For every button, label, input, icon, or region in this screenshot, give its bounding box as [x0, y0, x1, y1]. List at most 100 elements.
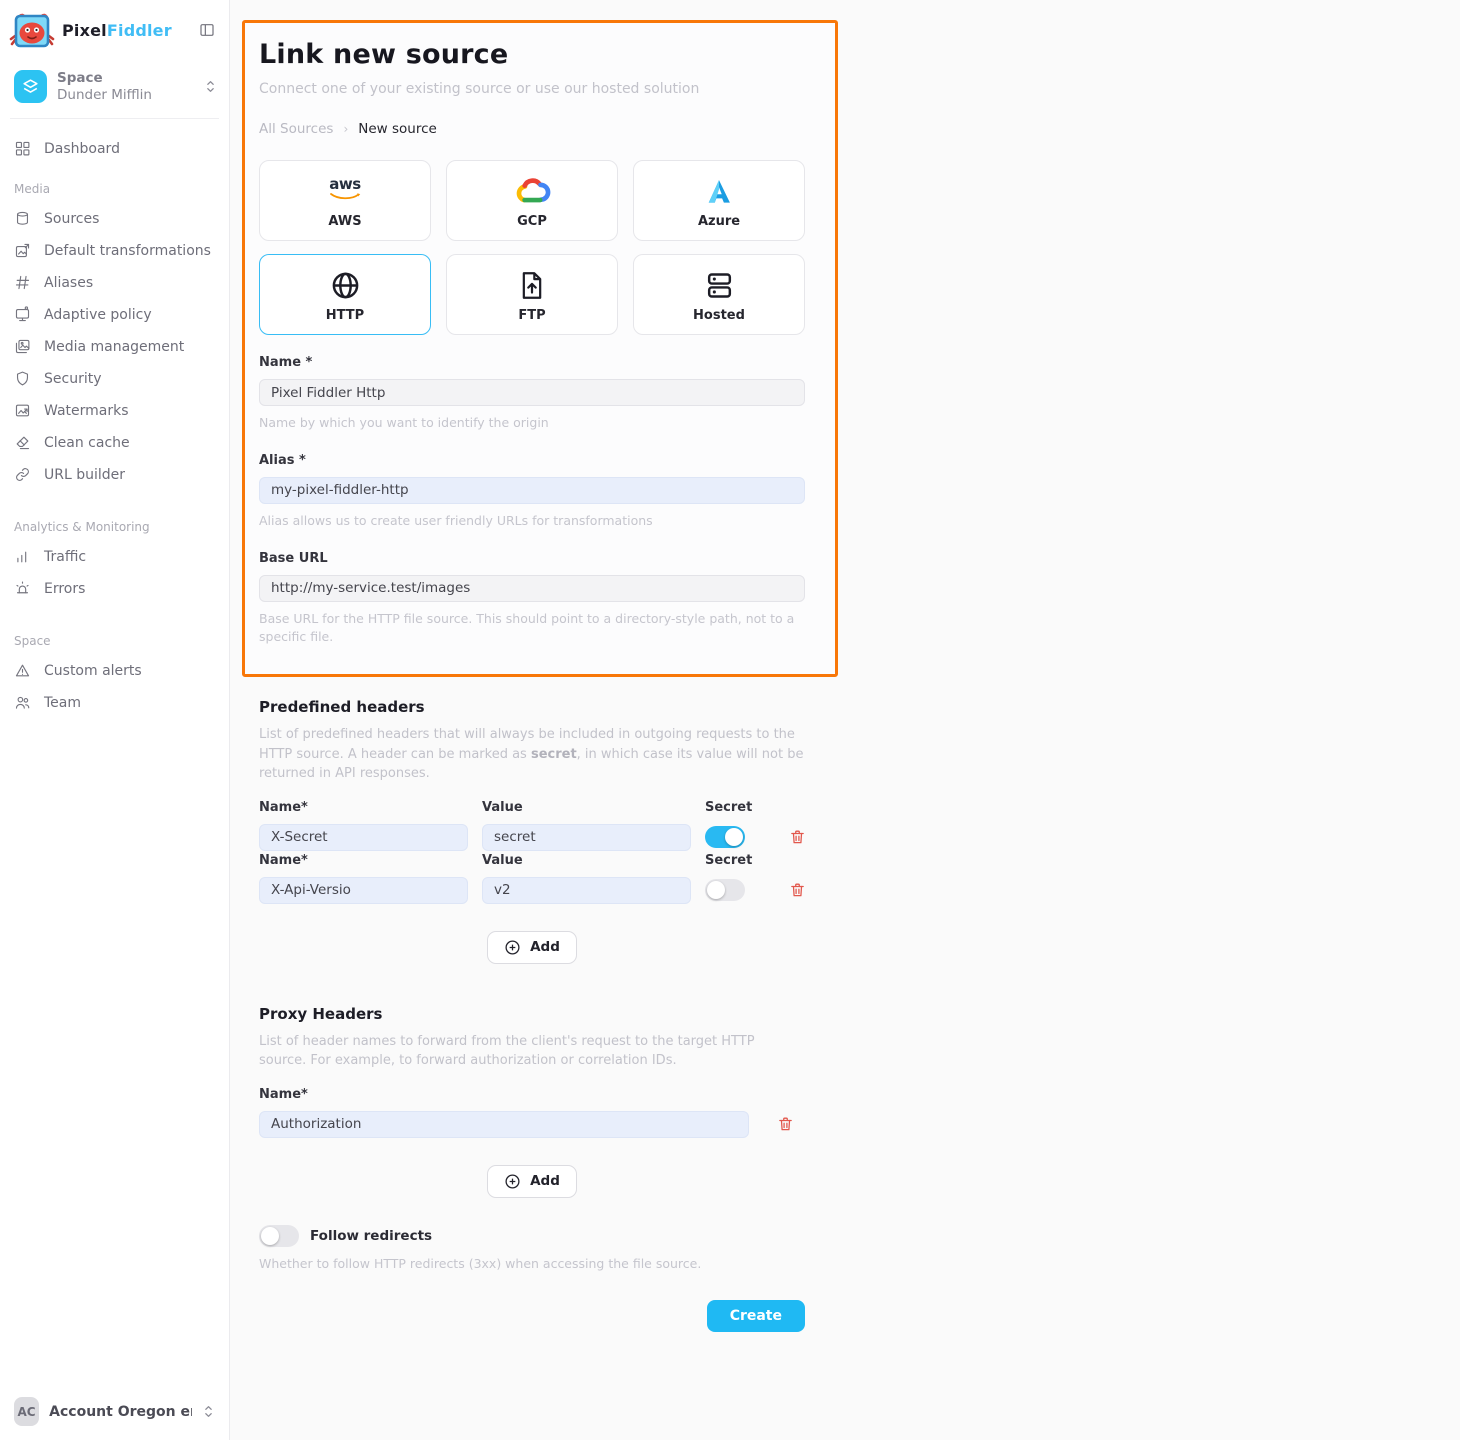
- account-avatar: AC: [14, 1397, 39, 1426]
- sidebar-item-security[interactable]: Security: [14, 363, 215, 395]
- sidebar-item-custom-alerts[interactable]: Custom alerts: [14, 655, 215, 687]
- sidebar-collapse-icon[interactable]: [197, 20, 217, 40]
- follow-redirects-toggle[interactable]: [259, 1225, 299, 1247]
- dashboard-icon: [14, 140, 31, 157]
- delete-header-icon[interactable]: [789, 828, 806, 846]
- sidebar-item-adaptive-policy[interactable]: Adaptive policy: [14, 299, 215, 331]
- add-proxy-header-button[interactable]: Add: [487, 1165, 577, 1198]
- add-header-button[interactable]: Add: [487, 931, 577, 964]
- space-layers-icon: [14, 70, 47, 103]
- source-card-ftp[interactable]: FTP: [446, 254, 618, 335]
- sidebar-item-media-management[interactable]: Media management: [14, 331, 215, 363]
- breadcrumb-new-source: New source: [358, 121, 437, 137]
- alias-field-label: Alias *: [259, 453, 805, 468]
- sidebar-section-analytics: Analytics & Monitoring: [14, 520, 215, 534]
- sidebar-item-sources[interactable]: Sources: [14, 203, 215, 235]
- delete-proxy-header-icon[interactable]: [777, 1115, 794, 1133]
- sidebar-item-clean-cache[interactable]: Clean cache: [14, 427, 215, 459]
- page-subtitle: Connect one of your existing source or u…: [259, 81, 805, 97]
- breadcrumb: All Sources › New source: [259, 121, 805, 137]
- users-icon: [14, 694, 31, 711]
- sidebar: PixelFiddler Space Dunder Mifflin Dashbo…: [0, 0, 230, 1440]
- alert-triangle-icon: [14, 662, 31, 679]
- sidebar-item-traffic[interactable]: Traffic: [14, 541, 215, 573]
- sidebar-section-space: Space: [14, 634, 215, 648]
- link-source-panel: Link new source Connect one of your exis…: [242, 20, 838, 677]
- aws-icon: aws: [328, 173, 362, 207]
- base-url-input[interactable]: [259, 575, 805, 602]
- proxy-headers-description: List of header names to forward from the…: [259, 1032, 805, 1071]
- header-row-labels: Name* Value Secret: [259, 853, 805, 868]
- secret-toggle[interactable]: [705, 826, 745, 848]
- globe-icon: [330, 267, 361, 301]
- proxy-header-name-input[interactable]: [259, 1111, 749, 1138]
- sidebar-item-dashboard[interactable]: Dashboard: [14, 133, 215, 165]
- sidebar-item-default-transformations[interactable]: Default transformations: [14, 235, 215, 267]
- header-name-input[interactable]: [259, 877, 468, 904]
- proxy-row-labels: Name*: [259, 1087, 805, 1102]
- follow-redirects-help: Whether to follow HTTP redirects (3xx) w…: [259, 1255, 805, 1274]
- breadcrumb-separator-icon: ›: [343, 122, 348, 136]
- gcp-icon: [513, 173, 551, 207]
- predefined-headers-title: Predefined headers: [259, 698, 805, 716]
- name-input[interactable]: [259, 379, 805, 406]
- header-row-labels: Name* Value Secret: [259, 800, 805, 815]
- secret-toggle[interactable]: [705, 879, 745, 901]
- monitor-icon: [14, 306, 31, 323]
- header-row: [259, 824, 805, 851]
- app-logo-crab: [8, 6, 56, 54]
- source-card-azure[interactable]: Azure: [633, 160, 805, 241]
- sidebar-item-errors[interactable]: Errors: [14, 573, 215, 605]
- sidebar-item-url-builder[interactable]: URL builder: [14, 459, 215, 491]
- source-card-gcp[interactable]: GCP: [446, 160, 618, 241]
- file-upload-icon: [518, 267, 546, 301]
- watermark-icon: [14, 402, 31, 419]
- source-card-aws[interactable]: aws AWS: [259, 160, 431, 241]
- bar-chart-icon: [14, 548, 31, 565]
- account-label: Account Oregon en…: [49, 1404, 192, 1420]
- chevron-updown-icon: [202, 1404, 215, 1419]
- shield-icon: [14, 370, 31, 387]
- azure-icon: [704, 173, 734, 207]
- name-field-label: Name *: [259, 355, 805, 370]
- plus-circle-icon: [504, 939, 521, 956]
- database-icon: [14, 210, 31, 227]
- sidebar-item-watermarks[interactable]: Watermarks: [14, 395, 215, 427]
- header-name-input[interactable]: [259, 824, 468, 851]
- space-label: Space: [57, 70, 152, 87]
- header-value-input[interactable]: [482, 824, 691, 851]
- sidebar-section-media: Media: [14, 182, 215, 196]
- server-icon: [704, 267, 735, 301]
- header-row: [259, 877, 805, 904]
- space-value: Dunder Mifflin: [57, 87, 152, 104]
- link-icon: [14, 466, 31, 483]
- source-type-grid: aws AWS GCP: [259, 160, 805, 335]
- account-selector[interactable]: AC Account Oregon en…: [0, 1383, 229, 1440]
- space-selector[interactable]: Space Dunder Mifflin: [0, 58, 229, 118]
- name-field-help: Name by which you want to identify the o…: [259, 414, 805, 433]
- base-url-field-help: Base URL for the HTTP file source. This …: [259, 610, 805, 648]
- alias-field-help: Alias allows us to create user friendly …: [259, 512, 805, 531]
- hash-icon: [14, 274, 31, 291]
- main-content: Link new source Connect one of your exis…: [242, 20, 838, 1332]
- source-card-hosted[interactable]: Hosted: [633, 254, 805, 335]
- base-url-field-label: Base URL: [259, 551, 805, 566]
- predefined-headers-description: List of predefined headers that will alw…: [259, 725, 805, 784]
- page-title: Link new source: [259, 39, 805, 70]
- source-card-http[interactable]: HTTP: [259, 254, 431, 335]
- image-transform-icon: [14, 242, 31, 259]
- header-value-input[interactable]: [482, 877, 691, 904]
- follow-redirects-label: Follow redirects: [310, 1228, 432, 1244]
- sidebar-item-team[interactable]: Team: [14, 687, 215, 719]
- alias-input[interactable]: [259, 477, 805, 504]
- proxy-headers-title: Proxy Headers: [259, 1005, 805, 1023]
- media-stack-icon: [14, 338, 31, 355]
- sidebar-item-aliases[interactable]: Aliases: [14, 267, 215, 299]
- delete-header-icon[interactable]: [789, 881, 806, 899]
- proxy-header-row: [259, 1111, 805, 1138]
- create-button[interactable]: Create: [707, 1300, 805, 1332]
- app-title: PixelFiddler: [62, 21, 172, 40]
- breadcrumb-all-sources[interactable]: All Sources: [259, 121, 333, 137]
- eraser-icon: [14, 434, 31, 451]
- chevron-updown-icon: [204, 79, 217, 94]
